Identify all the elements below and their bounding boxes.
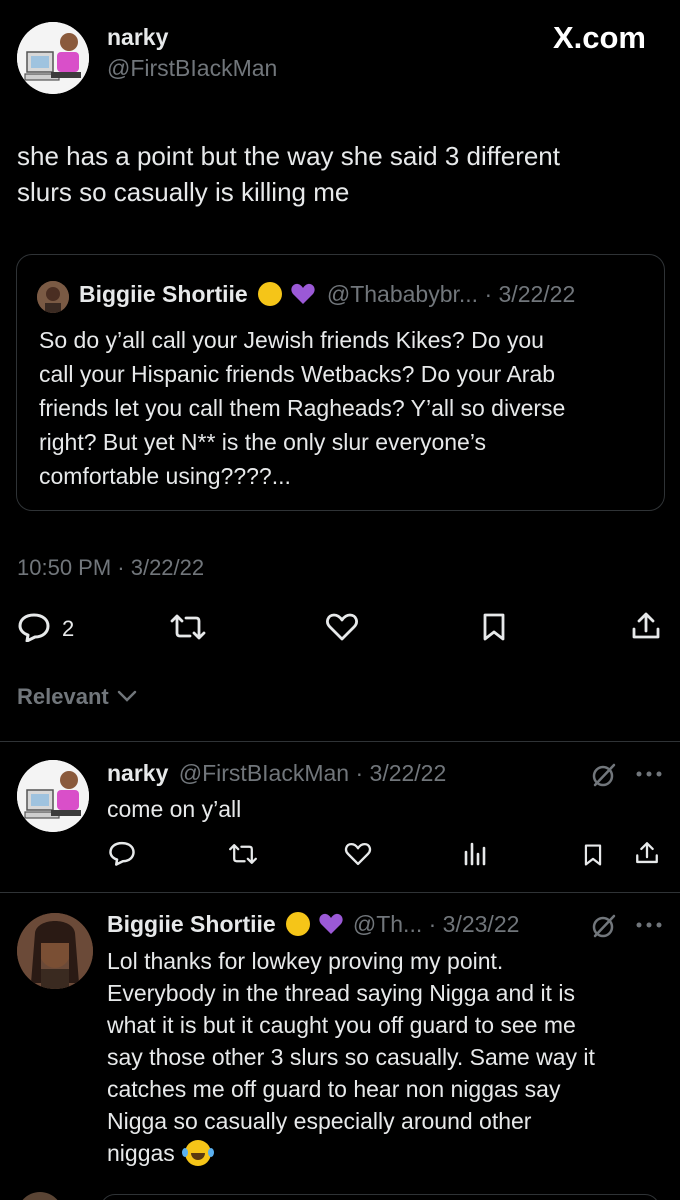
quoted-text-line: right? But yet N** is the only slur ever… bbox=[39, 429, 487, 455]
reply-action-like[interactable] bbox=[344, 841, 372, 867]
quoted-display-name: Biggiie Shortiie bbox=[79, 281, 248, 307]
quoted-tweet-card[interactable]: Biggiie Shortiie @Thababybr... · 3/22/22… bbox=[16, 254, 665, 511]
reply-count: 2 bbox=[62, 616, 75, 641]
share-icon bbox=[636, 842, 658, 864]
bookmark-button[interactable] bbox=[480, 612, 508, 642]
reply-action-bookmark[interactable] bbox=[582, 842, 604, 868]
reply-icon bbox=[18, 613, 50, 642]
reply-action-views[interactable] bbox=[463, 842, 489, 866]
reply-text: Lol thanks for lowkey proving my point. … bbox=[107, 945, 667, 1169]
reply-action-share[interactable] bbox=[634, 840, 660, 866]
reply-avatar[interactable] bbox=[17, 760, 89, 832]
sort-selector[interactable]: Relevant bbox=[17, 684, 137, 710]
tweet-text-line: slurs so casually is killing me bbox=[17, 177, 350, 207]
share-button[interactable] bbox=[630, 610, 662, 642]
retweet-button[interactable] bbox=[168, 613, 208, 641]
reply-text-line: catches me off guard to hear non niggas … bbox=[107, 1076, 561, 1102]
tweet-timestamp[interactable]: 10:50 PM · 3/22/22 bbox=[17, 555, 204, 581]
quoted-text-line: friends let you call them Ragheads? Y’al… bbox=[39, 395, 566, 421]
reply-display-name[interactable]: Biggiie Shortiie bbox=[107, 911, 276, 937]
reply-text-line: what it is but it caught you off guard t… bbox=[107, 1012, 576, 1038]
sort-label: Relevant bbox=[17, 684, 109, 709]
retweet-icon bbox=[229, 844, 257, 864]
reply-text-line: Everybody in the thread saying Nigga and… bbox=[107, 980, 575, 1006]
purple-heart-icon bbox=[290, 282, 316, 306]
reply-header: Biggiie Shortiie @Th... · 3/23/22 bbox=[107, 911, 519, 938]
purple-heart-icon bbox=[318, 912, 344, 936]
reply-action-reply[interactable] bbox=[108, 840, 136, 866]
reply-text-last-line: niggas bbox=[107, 1137, 667, 1169]
share-icon bbox=[632, 612, 660, 639]
grok-icon[interactable] bbox=[591, 913, 617, 939]
like-button[interactable] bbox=[325, 612, 359, 642]
divider bbox=[0, 741, 680, 742]
reply-button[interactable] bbox=[17, 612, 51, 642]
reply-text: come on y’all bbox=[107, 796, 242, 822]
chevron-down-icon bbox=[117, 690, 137, 702]
composer-avatar bbox=[17, 1192, 63, 1200]
bookmark-icon bbox=[483, 613, 505, 641]
zany-face-icon bbox=[286, 912, 311, 936]
heart-icon bbox=[326, 613, 358, 641]
reply-text-line: say those other 3 slurs so casually. Sam… bbox=[107, 1044, 595, 1070]
tweet-text: she has a point but the way she said 3 d… bbox=[17, 138, 667, 210]
reply-icon bbox=[109, 841, 135, 866]
bookmark-icon bbox=[584, 844, 602, 866]
author-avatar[interactable] bbox=[17, 22, 89, 94]
retweet-icon bbox=[170, 614, 206, 640]
divider bbox=[0, 892, 680, 893]
reply-avatar[interactable] bbox=[17, 913, 93, 989]
laughing-tears-icon bbox=[182, 1140, 215, 1166]
reply-handle-date[interactable]: @FirstBIackMan · 3/22/22 bbox=[179, 760, 447, 786]
zany-face-icon bbox=[258, 282, 283, 306]
quoted-text-line: So do y’all call your Jewish friends Kik… bbox=[39, 327, 544, 353]
quoted-author-avatar bbox=[37, 281, 69, 313]
more-options-icon[interactable] bbox=[636, 771, 662, 777]
author-display-name[interactable]: narky bbox=[107, 24, 168, 51]
more-options-icon[interactable] bbox=[636, 922, 662, 928]
reply-display-name[interactable]: narky bbox=[107, 760, 168, 786]
author-handle[interactable]: @FirstBIackMan bbox=[107, 55, 277, 82]
quoted-text-line: call your Hispanic friends Wetbacks? Do … bbox=[39, 361, 556, 387]
reply-text-line: Lol thanks for lowkey proving my point. bbox=[107, 948, 504, 974]
quoted-header: Biggiie Shortiie @Thababybr... · 3/22/22 bbox=[79, 281, 575, 308]
tweet-text-line: she has a point but the way she said 3 d… bbox=[17, 141, 560, 171]
reply-text-line: Nigga so casually especially around othe… bbox=[107, 1108, 532, 1134]
heart-icon bbox=[344, 842, 372, 866]
watermark-logo: X.com bbox=[552, 20, 646, 55]
reply-handle-date[interactable]: @Th... · 3/23/22 bbox=[353, 911, 520, 937]
reply-action-retweet[interactable] bbox=[227, 842, 259, 866]
composer-input[interactable] bbox=[100, 1194, 660, 1200]
reply-text-line: niggas bbox=[107, 1140, 175, 1166]
quoted-tweet-text: So do y’all call your Jewish friends Kik… bbox=[39, 323, 659, 493]
views-icon bbox=[464, 842, 486, 866]
reply-header: narky @FirstBIackMan · 3/22/22 bbox=[107, 760, 446, 787]
avatar-illustration bbox=[17, 22, 89, 94]
quoted-text-line: comfortable using????... bbox=[39, 463, 291, 489]
quoted-handle-date: @Thababybr... · 3/22/22 bbox=[326, 281, 576, 307]
grok-icon[interactable] bbox=[591, 762, 617, 788]
